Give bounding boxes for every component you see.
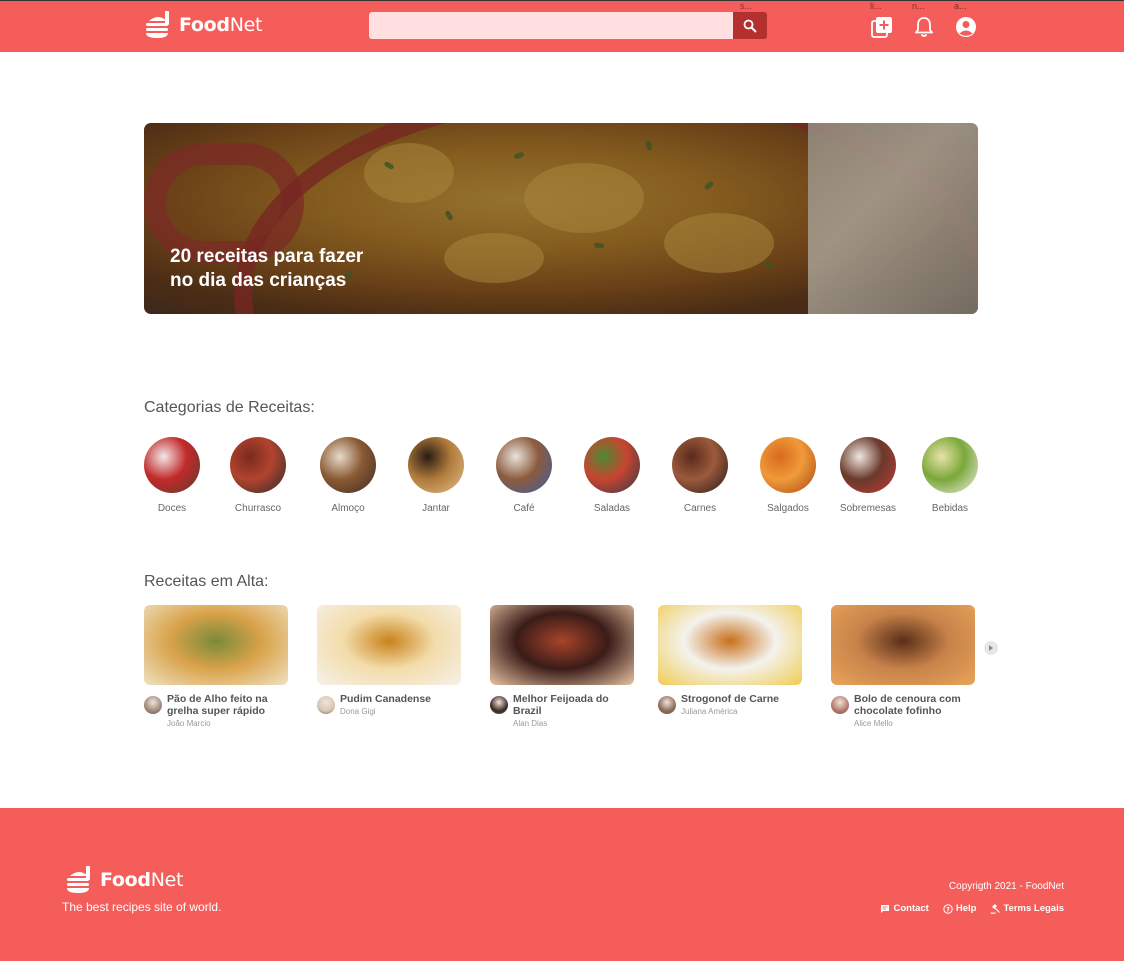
- recipe-author[interactable]: Alan Dias: [513, 719, 635, 728]
- recipe-card[interactable]: Melhor Feijoada do Brazil Alan Dias: [490, 605, 635, 728]
- avatar[interactable]: [490, 696, 508, 714]
- notifications-tooltip: n...: [912, 1, 925, 11]
- hero-banner[interactable]: 20 receitas para fazer no dia das crianç…: [144, 123, 978, 314]
- recipe-card[interactable]: Bolo de cenoura com chocolate fofinho Ali…: [831, 605, 976, 728]
- avatar[interactable]: [658, 696, 676, 714]
- search-input[interactable]: [369, 12, 733, 39]
- category-item[interactable]: Bebidas: [905, 437, 995, 514]
- recipe-title[interactable]: Strogonof de Carne: [681, 693, 779, 705]
- category-image: [230, 437, 286, 493]
- footer-brand-name: FoodNet: [100, 869, 184, 891]
- category-label: Jantar: [422, 503, 450, 514]
- category-image: [922, 437, 978, 493]
- recipe-title[interactable]: Bolo de cenoura com chocolate fofinho: [854, 693, 976, 717]
- brand-logo[interactable]: FoodNet: [143, 11, 262, 39]
- chat-icon: [881, 904, 890, 913]
- footer-links: Contact ? Help Terms Legais: [880, 903, 1064, 914]
- category-label: Salgados: [767, 503, 809, 514]
- recipe-info: Pão de Alho feito na grelha super rápido…: [144, 693, 289, 728]
- recipe-image: [317, 605, 461, 685]
- footer-brand-logo[interactable]: FoodNet: [64, 866, 183, 894]
- help-icon: ?: [943, 903, 953, 914]
- recipe-image: [490, 605, 634, 685]
- page: FoodNet s... li... n... a... 20 receitas…: [0, 0, 1124, 961]
- footer-tagline: The best recipes site of world.: [62, 900, 222, 914]
- category-image: [760, 437, 816, 493]
- category-label: Carnes: [683, 503, 717, 514]
- category-image: [144, 437, 200, 493]
- category-item[interactable]: Carnes: [655, 437, 745, 514]
- trending-recipe-list: Pão de Alho feito na grelha super rápido…: [144, 605, 1004, 735]
- notification-bell-icon[interactable]: [912, 15, 936, 39]
- recipe-image: [658, 605, 802, 685]
- search-tooltip: s...: [740, 1, 753, 11]
- recipe-image: [144, 605, 288, 685]
- search-button[interactable]: [733, 12, 767, 39]
- category-item[interactable]: Doces: [127, 437, 217, 514]
- recipe-author[interactable]: Dona Gigi: [340, 707, 431, 716]
- burger-logo-icon: [146, 11, 169, 38]
- category-image: [320, 437, 376, 493]
- burger-logo-icon: [67, 866, 90, 893]
- trending-title: Receitas em Alta:: [144, 573, 269, 590]
- category-item[interactable]: Sobremesas: [823, 437, 913, 514]
- category-label: Saladas: [593, 503, 631, 514]
- recipe-author[interactable]: João Marcio: [167, 719, 289, 728]
- recipe-info: Bolo de cenoura com chocolate fofinho Ali…: [831, 693, 976, 728]
- footer: FoodNet The best recipes site of world. …: [0, 808, 1124, 961]
- category-image: [840, 437, 896, 493]
- recipe-image: [831, 605, 975, 685]
- category-item[interactable]: Jantar: [391, 437, 481, 514]
- recipe-title[interactable]: Melhor Feijoada do Brazil: [513, 693, 635, 717]
- category-label: Bebidas: [931, 503, 969, 514]
- recipe-title[interactable]: Pão de Alho feito na grelha super rápido: [167, 693, 289, 717]
- category-item[interactable]: Salgados: [743, 437, 833, 514]
- chevron-right-icon: [989, 645, 993, 651]
- recipe-author[interactable]: Juliana América: [681, 707, 779, 716]
- copyright-text: Copyrigth 2021 - FoodNet: [948, 881, 1064, 892]
- terms-link[interactable]: Terms Legais: [990, 903, 1064, 914]
- category-image: [584, 437, 640, 493]
- help-link[interactable]: ? Help: [943, 903, 976, 914]
- category-list: Doces Churrasco Almoço Jantar Café Saladas Car…: [144, 437, 980, 517]
- gavel-icon: [990, 903, 1001, 914]
- category-item[interactable]: Café: [479, 437, 569, 514]
- avatar[interactable]: [831, 696, 849, 714]
- category-label: Churrasco: [234, 503, 282, 514]
- category-label: Almoço: [331, 503, 365, 514]
- hero-title: 20 receitas para fazer no dia das crianç…: [170, 246, 364, 291]
- account-tooltip: a...: [954, 1, 967, 11]
- recipe-title[interactable]: Pudim Canadense: [340, 693, 431, 705]
- recipe-author[interactable]: Alice Mello: [854, 719, 976, 728]
- avatar[interactable]: [317, 696, 335, 714]
- account-icon[interactable]: [954, 15, 978, 39]
- svg-text:?: ?: [946, 905, 950, 913]
- recipe-info: Strogonof de Carne Juliana América: [658, 693, 803, 716]
- recipe-info: Melhor Feijoada do Brazil Alan Dias: [490, 693, 635, 728]
- search-icon: [743, 19, 757, 33]
- category-image: [496, 437, 552, 493]
- search-bar: [369, 12, 767, 39]
- avatar[interactable]: [144, 696, 162, 714]
- category-label: Doces: [157, 503, 187, 514]
- category-image: [408, 437, 464, 493]
- category-item[interactable]: Churrasco: [213, 437, 303, 514]
- carousel-next-button[interactable]: [984, 641, 998, 655]
- category-image: [672, 437, 728, 493]
- recipe-card[interactable]: Pão de Alho feito na grelha super rápido…: [144, 605, 289, 728]
- add-recipe-icon[interactable]: [870, 15, 894, 39]
- category-item[interactable]: Almoço: [303, 437, 393, 514]
- recipe-card[interactable]: Pudim Canadense Dona Gigi: [317, 605, 462, 716]
- category-label: Café: [513, 503, 535, 514]
- recipe-card[interactable]: Strogonof de Carne Juliana América: [658, 605, 803, 716]
- categories-title: Categorias de Receitas:: [144, 399, 315, 416]
- brand-name: FoodNet: [179, 14, 263, 36]
- category-item[interactable]: Saladas: [567, 437, 657, 514]
- add-recipe-tooltip: li...: [870, 1, 882, 11]
- recipe-info: Pudim Canadense Dona Gigi: [317, 693, 462, 716]
- contact-link[interactable]: Contact: [880, 903, 929, 914]
- top-bar: FoodNet s... li... n... a...: [0, 0, 1124, 52]
- category-label: Sobremesas: [839, 503, 897, 514]
